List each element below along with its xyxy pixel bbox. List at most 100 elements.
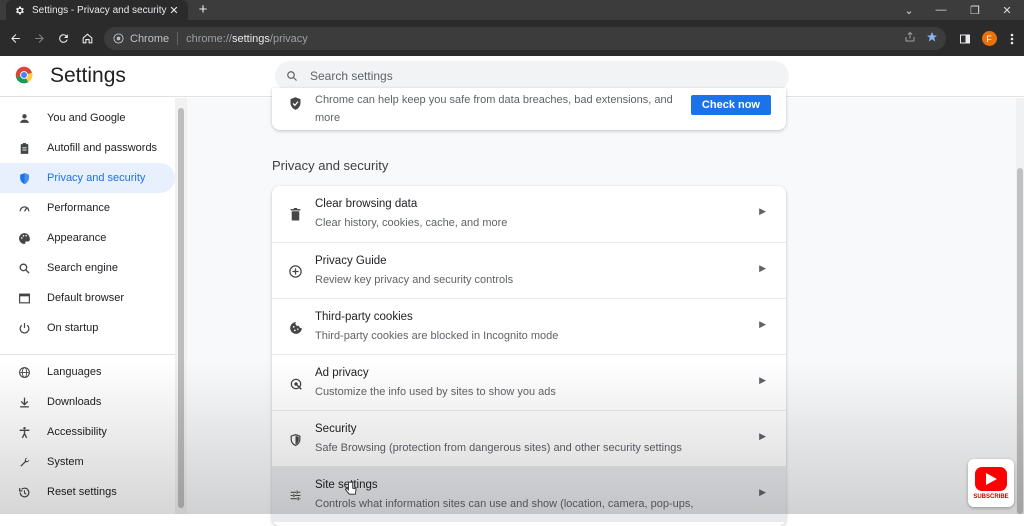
row-sub: Customize the info used by sites to show…: [315, 386, 556, 398]
row-sub: Third-party cookies are blocked in Incog…: [315, 330, 559, 342]
sidebar-item-performance[interactable]: Performance: [0, 193, 175, 223]
chrome-icon: [113, 33, 124, 44]
sidebar-item-autofill[interactable]: Autofill and passwords: [0, 133, 175, 163]
chevron-right-icon: ▶: [759, 206, 766, 216]
hand-cursor-icon: [345, 481, 357, 495]
url-prefix: chrome://: [186, 32, 232, 45]
sidebar-divider: [0, 354, 175, 355]
chrome-chip-label: Chrome: [130, 32, 170, 45]
back-button[interactable]: [5, 28, 25, 48]
forward-button[interactable]: [29, 28, 49, 48]
row-third-party-cookies[interactable]: Third-party cookies Third-party cookies …: [272, 298, 786, 354]
sidebar-item-appearance[interactable]: Appearance: [0, 223, 175, 253]
cookie-icon: [288, 320, 303, 335]
url-bold: settings: [231, 32, 270, 45]
check-now-button[interactable]: Check now: [690, 95, 771, 115]
chevron-right-icon: ▶: [759, 263, 766, 273]
row-sub: Clear history, cookies, cache, and more: [315, 217, 508, 229]
row-privacy-guide[interactable]: Privacy Guide Review key privacy and sec…: [272, 242, 786, 298]
sidebar-item-languages[interactable]: Languages: [0, 357, 175, 387]
row-label: Security: [315, 423, 357, 435]
sidebar-item-label: System: [47, 456, 84, 468]
arrow-right-icon: [34, 33, 44, 43]
sidebar-item-label: Accessibility: [47, 426, 107, 438]
history-icon: [18, 486, 31, 499]
reload-icon: [58, 33, 68, 43]
sidebar-item-label: Default browser: [47, 292, 125, 304]
sidebar-item-label: Downloads: [47, 396, 102, 408]
sidebar: You and Google Autofill and passwords Pr…: [0, 98, 175, 514]
home-button[interactable]: [77, 28, 97, 48]
tab-title: Settings - Privacy and security: [32, 4, 167, 16]
page-title: Settings: [50, 64, 126, 87]
row-sub: Controls what information sites can use …: [315, 498, 694, 510]
side-panel-icon: [960, 34, 970, 43]
privacy-card: Clear browsing data Clear history, cooki…: [272, 186, 786, 526]
row-label: Privacy Guide: [315, 255, 387, 267]
row-ad-privacy[interactable]: Ad privacy Customize the info used by si…: [272, 354, 786, 410]
sidebar-item-search-engine[interactable]: Search engine: [0, 253, 175, 283]
globe-icon: [18, 366, 31, 379]
new-tab-button[interactable]: +: [196, 1, 210, 18]
address-bar[interactable]: Chrome chrome://settings/privacy: [104, 27, 946, 50]
plus-circle-icon: [288, 264, 303, 279]
profile-button[interactable]: F: [979, 27, 999, 50]
tab-close-icon[interactable]: ✕: [168, 4, 180, 17]
chrome-chip[interactable]: Chrome: [113, 33, 169, 45]
clipboard-icon: [18, 142, 31, 155]
person-icon: [18, 112, 31, 125]
chevron-right-icon: ▶: [759, 487, 766, 497]
sidebar-scrollbar[interactable]: [175, 98, 187, 514]
sidebar-item-label: Privacy and security: [47, 172, 146, 184]
sidebar-item-label: You and Google: [47, 112, 126, 124]
sidebar-item-downloads[interactable]: Downloads: [0, 387, 175, 417]
sidebar-item-you-and-google[interactable]: You and Google: [0, 103, 175, 133]
speedometer-icon: [18, 202, 31, 215]
sidebar-item-default-browser[interactable]: Default browser: [0, 283, 175, 313]
download-icon: [18, 396, 31, 409]
section-title: Privacy and security: [272, 158, 389, 173]
url-suffix: /privacy: [269, 32, 308, 45]
main-scrollbar[interactable]: [1016, 98, 1024, 514]
sidebar-item-reset-settings[interactable]: Reset settings: [0, 477, 175, 507]
arrow-left-icon: [10, 33, 20, 43]
chrome-menu-button[interactable]: [1003, 27, 1021, 50]
avatar: F: [981, 31, 997, 46]
minimize-button[interactable]: —: [924, 0, 958, 20]
row-clear-browsing-data[interactable]: Clear browsing data Clear history, cooki…: [272, 186, 786, 242]
subscribe-label: SUBSCRIBE: [973, 493, 1009, 500]
shield-icon: [288, 432, 303, 447]
row-sub: Review key privacy and security controls: [315, 274, 514, 286]
browser-tab[interactable]: Settings - Privacy and security ✕: [6, 0, 188, 20]
sidebar-item-label: Appearance: [47, 232, 107, 244]
search-icon: [18, 262, 31, 275]
share-icon[interactable]: [904, 31, 916, 43]
sidebar-item-privacy[interactable]: Privacy and security: [0, 163, 175, 193]
subscribe-button[interactable]: SUBSCRIBE: [968, 459, 1014, 507]
bookmark-star-icon[interactable]: [926, 31, 938, 43]
sidebar-item-on-startup[interactable]: On startup: [0, 313, 175, 343]
search-bar[interactable]: [275, 61, 789, 91]
search-input[interactable]: [310, 69, 750, 83]
sidebar-item-accessibility[interactable]: Accessibility: [0, 417, 175, 447]
sidebar-item-label: Performance: [47, 202, 110, 214]
reload-button[interactable]: [53, 28, 73, 48]
sidebar-scrollbar-thumb[interactable]: [178, 108, 184, 508]
settings-main: Chrome can help keep you safe from data …: [187, 88, 1024, 526]
side-panel-button[interactable]: [955, 27, 975, 50]
main-scrollbar-thumb[interactable]: [1017, 168, 1023, 514]
wrench-icon: [18, 456, 31, 469]
close-window-button[interactable]: ✕: [990, 0, 1024, 20]
safety-check-card: Chrome can help keep you safe from data …: [272, 88, 786, 130]
shield-icon: [18, 172, 31, 185]
home-icon: [82, 32, 92, 43]
row-security[interactable]: Security Safe Browsing (protection from …: [272, 410, 786, 466]
row-sub: Safe Browsing (protection from dangerous…: [315, 442, 682, 454]
tab-search-icon[interactable]: ⌄: [892, 0, 926, 20]
restore-button[interactable]: ❐: [958, 0, 992, 20]
title-bar: Settings - Privacy and security ✕ + ⌄ — …: [0, 0, 1024, 20]
sidebar-item-label: On startup: [47, 322, 99, 334]
row-label: Third-party cookies: [315, 311, 413, 323]
url-text[interactable]: chrome://settings/privacy: [186, 33, 308, 45]
sidebar-item-system[interactable]: System: [0, 447, 175, 477]
